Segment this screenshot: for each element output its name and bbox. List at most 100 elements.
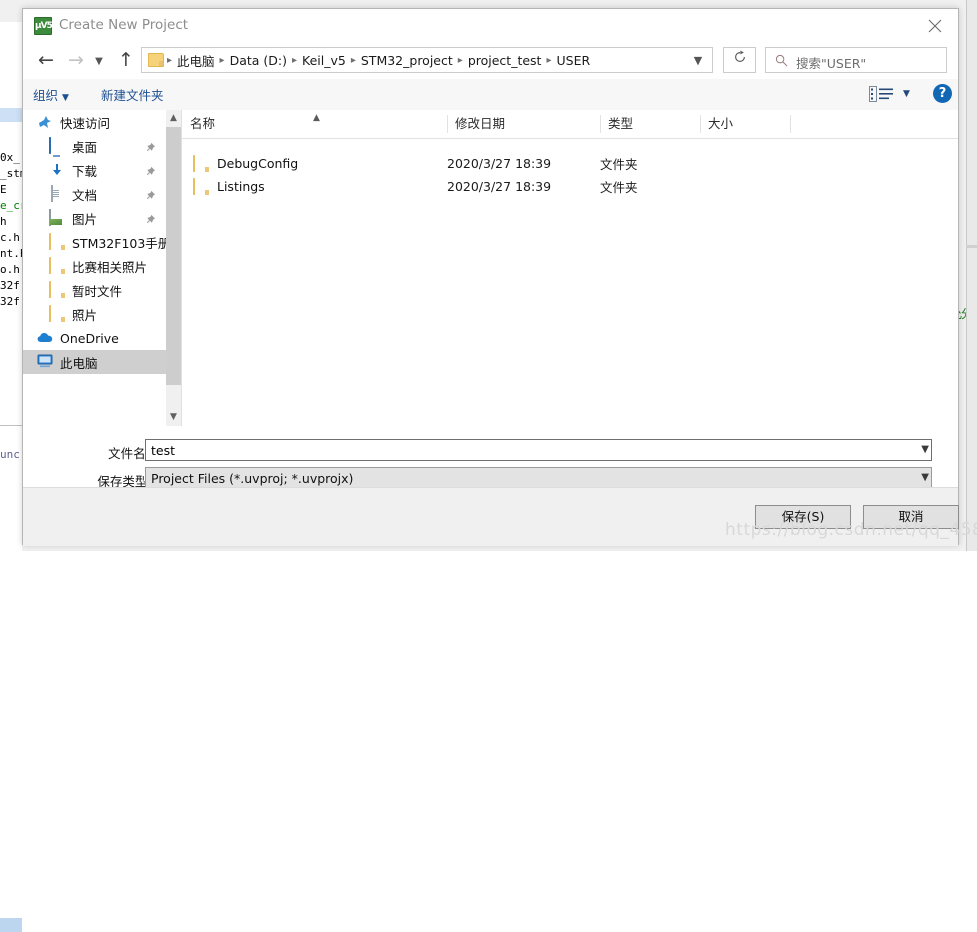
- pictures-icon: [49, 209, 65, 226]
- sidebar-item-label: 桌面: [72, 139, 98, 155]
- file-name-label: Listings: [217, 179, 265, 194]
- scroll-down-button[interactable]: ▼: [166, 409, 181, 426]
- navigation-pane-scrollbar[interactable]: ▲ ▼: [166, 110, 181, 426]
- list-view-icon: [869, 86, 893, 102]
- pin-icon[interactable]: [145, 165, 156, 180]
- address-bar[interactable]: ▸ 此电脑 ▸ Data (D:) ▸ Keil_v5 ▸ STM32_proj…: [141, 47, 713, 73]
- navigation-pane: 快速访问桌面下载文档图片 STM32F103手册 比赛相关照片暂时文件 照片 OneDr…: [23, 110, 166, 426]
- chevron-down-icon: ▼: [95, 56, 103, 67]
- breadcrumb-separator: ▸: [167, 54, 173, 66]
- sidebar-item-5[interactable]: STM32F103手册: [23, 230, 166, 254]
- search-input[interactable]: 搜索"USER": [765, 47, 947, 73]
- breadcrumb-separator: ▸: [546, 54, 552, 66]
- sidebar-item-9[interactable]: OneDrive: [23, 326, 166, 350]
- breadcrumb-item-2[interactable]: Keil_v5: [298, 53, 350, 68]
- sidebar-item-6[interactable]: 比赛相关照片: [23, 254, 166, 278]
- sidebar-item-3[interactable]: 文档: [23, 182, 166, 206]
- chevron-down-icon: ▼: [693, 54, 703, 67]
- file-name-cell: Listings: [182, 177, 447, 195]
- desktop-icon: [49, 137, 65, 154]
- new-folder-button[interactable]: 新建文件夹: [101, 85, 164, 104]
- sidebar-item-label: 文档: [72, 187, 98, 203]
- sidebar-item-label: 快速访问: [60, 115, 111, 131]
- sidebar-item-10[interactable]: 此电脑: [23, 350, 166, 374]
- close-button[interactable]: [912, 9, 958, 41]
- recent-locations-button[interactable]: ▼: [89, 47, 109, 73]
- this-pc-icon: [37, 354, 53, 370]
- sidebar-item-0[interactable]: 快速访问: [23, 110, 166, 134]
- column-header-type[interactable]: 类型: [600, 110, 700, 138]
- file-name-cell: DebugConfig: [182, 154, 447, 172]
- arrow-up-icon: ↑: [118, 49, 134, 71]
- organize-button[interactable]: 组织 ▼: [33, 85, 69, 104]
- folder-icon: [49, 281, 65, 298]
- file-rows-container: DebugConfig 2020/3/27 18:39 文件夹 Listings 202…: [182, 139, 958, 198]
- file-type-cell: 文件夹: [600, 180, 638, 195]
- folder-icon: [148, 53, 164, 67]
- sidebar-item-7[interactable]: 暂时文件: [23, 278, 166, 302]
- watermark-text: https://blog.csdn.net/qq_45844792: [725, 520, 977, 540]
- keil-right-scrollbar[interactable]: [966, 0, 977, 551]
- view-dropdown-button[interactable]: ▼: [903, 89, 910, 99]
- keil-uvision5-icon: µV5: [34, 17, 53, 35]
- column-header-size[interactable]: 大小: [700, 110, 790, 138]
- sidebar-item-1[interactable]: 桌面: [23, 134, 166, 158]
- onedrive-cloud-icon: [37, 330, 53, 346]
- forward-button[interactable]: →: [63, 47, 89, 73]
- folder-icon: [193, 177, 209, 195]
- sidebar-item-8[interactable]: 照片: [23, 302, 166, 326]
- breadcrumb-separator: ▸: [350, 54, 356, 66]
- table-row[interactable]: Listings 2020/3/27 18:39 文件夹: [182, 175, 958, 198]
- filetype-value: Project Files (*.uvproj; *.uvprojx): [151, 471, 354, 486]
- filetype-dropdown-button[interactable]: ▼: [921, 472, 929, 483]
- breadcrumb-item-1[interactable]: Data (D:): [226, 53, 291, 68]
- chevron-down-icon: ▼: [903, 89, 910, 99]
- file-type-cell: 文件夹: [600, 157, 638, 172]
- column-header-date[interactable]: 修改日期: [447, 110, 600, 138]
- scrollbar-thumb[interactable]: [166, 127, 181, 385]
- file-list-view: 名称 修改日期 类型 大小 ▲ DebugConfig 2020/3/27 18:…: [182, 110, 958, 426]
- breadcrumb-item-4[interactable]: project_test: [464, 53, 546, 68]
- keil-project-tree-strip: [0, 22, 22, 124]
- breadcrumb: ▸ 此电脑 ▸ Data (D:) ▸ Keil_v5 ▸ STM32_proj…: [148, 48, 594, 72]
- keil-right-scroll-thumb[interactable]: [966, 245, 977, 248]
- keil-code-text: 0x_ _stm Ee_cr h c.h nt.h o.h 32f 32f: [0, 151, 24, 308]
- refresh-button[interactable]: [723, 47, 756, 73]
- documents-icon: [49, 185, 65, 202]
- scroll-up-button[interactable]: ▲: [166, 110, 181, 127]
- sidebar-item-2[interactable]: 下载: [23, 158, 166, 182]
- pin-icon[interactable]: [145, 141, 156, 156]
- chevron-down-icon: ▼: [921, 472, 929, 483]
- breadcrumb-separator: ▸: [219, 54, 225, 66]
- chevron-down-icon: ▼: [921, 444, 929, 455]
- filetype-select[interactable]: Project Files (*.uvproj; *.uvprojx) ▼: [145, 467, 932, 489]
- pin-icon[interactable]: [145, 213, 156, 228]
- help-button[interactable]: ?: [933, 84, 952, 103]
- breadcrumb-item-0[interactable]: 此电脑: [173, 51, 219, 70]
- sidebar-item-label: 下载: [72, 163, 98, 179]
- keil-build-output-strip: [0, 425, 22, 932]
- pin-icon[interactable]: [145, 189, 156, 204]
- breadcrumb-item-5[interactable]: USER: [552, 53, 594, 68]
- file-date-cell: 2020/3/27 18:39: [447, 179, 552, 194]
- address-dropdown-button[interactable]: ▼: [685, 49, 711, 72]
- sort-ascending-icon: ▲: [313, 113, 320, 123]
- filename-dropdown-button[interactable]: ▼: [921, 444, 929, 455]
- folder-icon: [49, 305, 65, 322]
- sidebar-item-label: 比赛相关照片: [72, 259, 148, 275]
- filename-input[interactable]: test ▼: [145, 439, 932, 461]
- breadcrumb-separator: ▸: [292, 54, 298, 66]
- breadcrumb-item-3[interactable]: STM32_project: [357, 53, 457, 68]
- up-one-level-button[interactable]: ↑: [113, 47, 139, 73]
- sidebar-item-4[interactable]: 图片: [23, 206, 166, 230]
- back-button[interactable]: ←: [33, 47, 59, 73]
- column-divider[interactable]: [790, 115, 791, 133]
- folder-icon: [49, 257, 65, 274]
- table-row[interactable]: DebugConfig 2020/3/27 18:39 文件夹: [182, 152, 958, 175]
- file-date-cell: 2020/3/27 18:39: [447, 156, 552, 171]
- sidebar-item-label: STM32F103手册: [72, 235, 166, 251]
- dialog-titlebar[interactable]: µV5 Create New Project: [23, 9, 958, 41]
- change-view-button[interactable]: [869, 86, 897, 103]
- address-toolbar: ← → ▼ ↑ ▸ 此电脑 ▸ Data (D:) ▸ Keil_v5 ▸ ST…: [23, 41, 958, 79]
- arrow-left-icon: ←: [38, 49, 54, 71]
